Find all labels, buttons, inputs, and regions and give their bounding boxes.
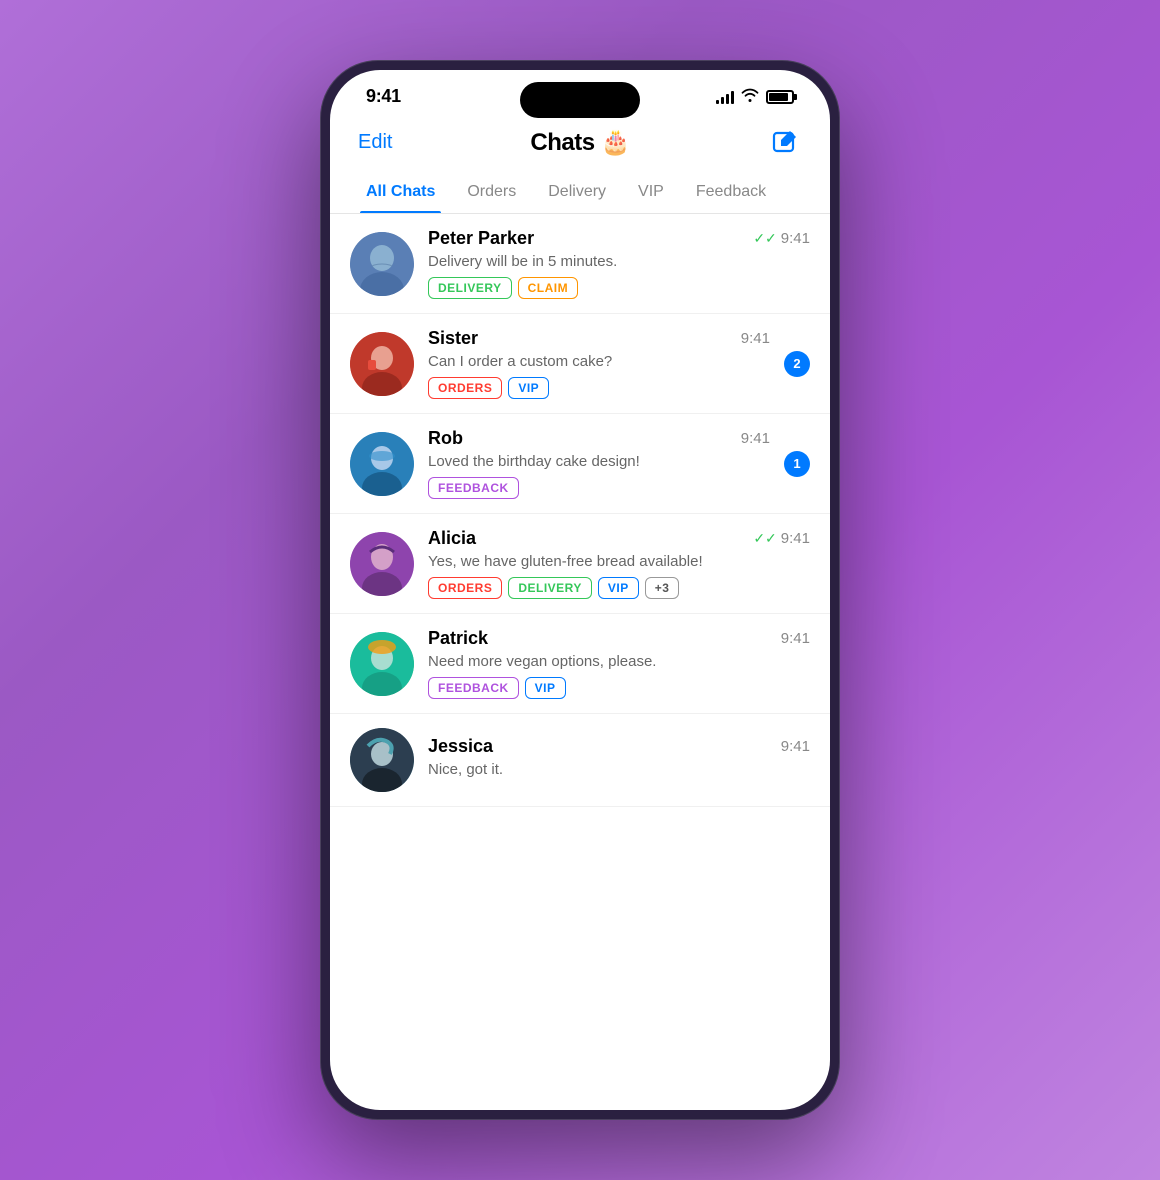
signal-bar-4	[731, 91, 734, 104]
avatar-patrick	[350, 632, 414, 696]
compose-button[interactable]	[768, 125, 802, 159]
chat-content-rob: Rob 9:41 Loved the birthday cake design!…	[428, 428, 770, 499]
page-title: Chats 🎂	[530, 128, 630, 157]
signal-bar-1	[716, 100, 719, 104]
signal-icon	[716, 90, 734, 104]
chat-content-jessica: Jessica 9:41 Nice, got it.	[428, 736, 810, 785]
chat-message-rob: Loved the birthday cake design!	[428, 453, 770, 470]
tag-orders-sister: ORDERS	[428, 377, 502, 399]
chat-content-alicia: Alicia ✓✓ 9:41 Yes, we have gluten-free …	[428, 528, 810, 599]
phone-frame: 9:41	[320, 60, 840, 1120]
signal-bar-2	[721, 97, 724, 104]
chat-content-patrick: Patrick 9:41 Need more vegan options, pl…	[428, 628, 810, 699]
chat-message-sister: Can I order a custom cake?	[428, 353, 770, 370]
signal-bar-3	[726, 94, 729, 104]
tags-alicia: ORDERS DELIVERY VIP +3	[428, 577, 810, 599]
chat-message-jessica: Nice, got it.	[428, 761, 810, 778]
chat-name-patrick: Patrick	[428, 628, 488, 649]
tag-claim: CLAIM	[518, 277, 579, 299]
unread-badge-sister: 2	[784, 351, 810, 377]
chat-time-alicia: 9:41	[781, 530, 810, 547]
chat-list: Peter Parker ✓✓ 9:41 Delivery will be in…	[330, 214, 830, 1110]
avatar-peter-parker	[350, 232, 414, 296]
read-receipt-peter-parker: ✓✓	[753, 230, 776, 247]
tag-plus-alicia: +3	[645, 577, 680, 599]
chat-item-alicia[interactable]: Alicia ✓✓ 9:41 Yes, we have gluten-free …	[330, 514, 830, 614]
tag-feedback-rob: FEEDBACK	[428, 477, 519, 499]
chat-name-sister: Sister	[428, 328, 478, 349]
battery-icon	[766, 90, 794, 104]
tabs-bar: All Chats Orders Delivery VIP Feedback	[330, 173, 830, 214]
tab-delivery[interactable]: Delivery	[532, 173, 622, 213]
status-time: 9:41	[366, 86, 401, 107]
tag-orders-alicia: ORDERS	[428, 577, 502, 599]
status-icons	[716, 88, 794, 105]
chat-time-peter-parker: 9:41	[781, 230, 810, 247]
battery-fill	[769, 93, 788, 101]
avatar-rob	[350, 432, 414, 496]
chat-name-alicia: Alicia	[428, 528, 476, 549]
status-bar: 9:41	[330, 70, 830, 115]
tag-feedback-patrick: FEEDBACK	[428, 677, 519, 699]
avatar-jessica	[350, 728, 414, 792]
chat-time-sister: 9:41	[741, 330, 770, 347]
chat-item-peter-parker[interactable]: Peter Parker ✓✓ 9:41 Delivery will be in…	[330, 214, 830, 314]
tags-peter-parker: DELIVERY CLAIM	[428, 277, 810, 299]
tab-all-chats[interactable]: All Chats	[350, 173, 451, 213]
chat-time-rob: 9:41	[741, 430, 770, 447]
chat-item-jessica[interactable]: Jessica 9:41 Nice, got it.	[330, 714, 830, 807]
chat-message-patrick: Need more vegan options, please.	[428, 653, 810, 670]
chat-message-alicia: Yes, we have gluten-free bread available…	[428, 553, 810, 570]
chat-message-peter-parker: Delivery will be in 5 minutes.	[428, 253, 810, 270]
chat-content-sister: Sister 9:41 Can I order a custom cake? O…	[428, 328, 770, 399]
tab-vip[interactable]: VIP	[622, 173, 680, 213]
chat-time-patrick: 9:41	[781, 630, 810, 647]
avatar-alicia	[350, 532, 414, 596]
tab-orders[interactable]: Orders	[451, 173, 532, 213]
tag-delivery-alicia: DELIVERY	[508, 577, 592, 599]
dynamic-island	[520, 82, 640, 118]
tags-sister: ORDERS VIP	[428, 377, 770, 399]
chat-name-rob: Rob	[428, 428, 463, 449]
app-header: Edit Chats 🎂	[330, 115, 830, 173]
chat-name-jessica: Jessica	[428, 736, 493, 757]
chat-item-patrick[interactable]: Patrick 9:41 Need more vegan options, pl…	[330, 614, 830, 714]
tag-vip-patrick: VIP	[525, 677, 566, 699]
tag-vip-alicia: VIP	[598, 577, 639, 599]
chat-time-jessica: 9:41	[781, 738, 810, 755]
wifi-icon	[741, 88, 759, 105]
phone-screen: 9:41	[330, 70, 830, 1110]
tab-feedback[interactable]: Feedback	[680, 173, 782, 213]
tags-patrick: FEEDBACK VIP	[428, 677, 810, 699]
chat-name-peter-parker: Peter Parker	[428, 228, 534, 249]
read-receipt-alicia: ✓✓	[753, 530, 776, 547]
unread-badge-rob: 1	[784, 451, 810, 477]
tag-delivery: DELIVERY	[428, 277, 512, 299]
compose-icon	[771, 128, 799, 156]
tags-rob: FEEDBACK	[428, 477, 770, 499]
tag-vip-sister: VIP	[508, 377, 549, 399]
avatar-sister	[350, 332, 414, 396]
chat-content-peter-parker: Peter Parker ✓✓ 9:41 Delivery will be in…	[428, 228, 810, 299]
chat-item-sister[interactable]: Sister 9:41 Can I order a custom cake? O…	[330, 314, 830, 414]
chat-item-rob[interactable]: Rob 9:41 Loved the birthday cake design!…	[330, 414, 830, 514]
edit-button[interactable]: Edit	[358, 131, 392, 154]
